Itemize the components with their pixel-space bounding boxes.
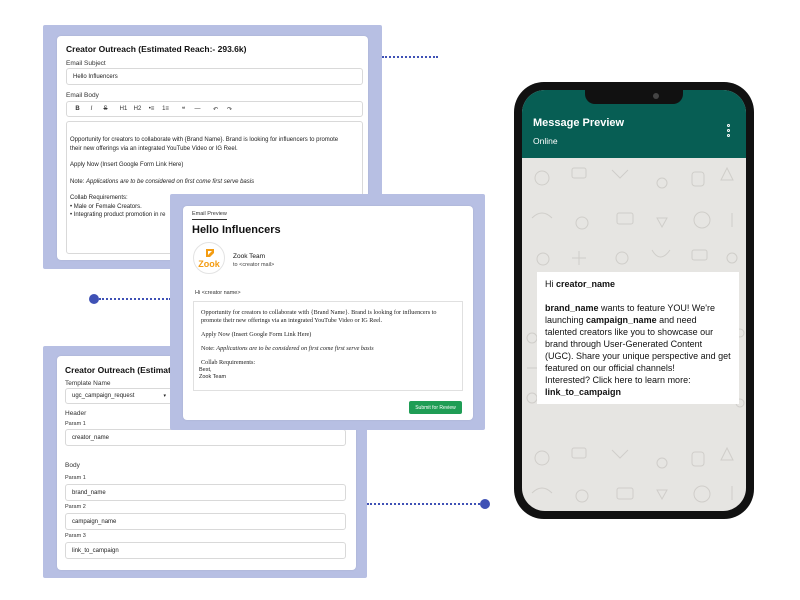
preview-sign-team: Zook Team xyxy=(199,374,227,380)
message-hi: Hi xyxy=(545,279,556,289)
note-italic: Applications are to be considered on fir… xyxy=(86,178,255,185)
connector-line xyxy=(382,56,438,58)
h1-button[interactable]: H1 xyxy=(119,106,128,112)
strike-button[interactable]: S xyxy=(101,106,110,112)
editor-toolbar: B I S H1 H2 •≡ 1≡ ❝ — ↶ ↷ xyxy=(66,101,363,117)
sender-name: Zook Team xyxy=(233,253,266,260)
preview-note-line: Note: Applications are to be considered … xyxy=(199,345,457,353)
body-param2-label: Param 2 xyxy=(65,504,86,510)
preview-collab-heading: Collab Requirements: xyxy=(201,359,256,366)
camera-notch xyxy=(585,90,683,104)
email-subject-label: Email Subject xyxy=(66,60,106,67)
template-name-label: Template Name xyxy=(65,380,111,387)
preview-subject: Hello Influencers xyxy=(192,224,281,236)
italic-button[interactable]: I xyxy=(87,106,96,112)
card-email-preview: Email Preview Hello Influencers Zook Zoo… xyxy=(183,206,473,420)
outreach-top-title: Creator Outreach (Estimated Reach:- 293.… xyxy=(66,44,247,54)
undo-icon[interactable]: ↶ xyxy=(211,106,220,113)
body-param1-label: Param 1 xyxy=(65,475,86,481)
note-line: Note: Applications are to be considered … xyxy=(70,178,359,187)
bold-button[interactable]: B xyxy=(73,106,82,112)
connector-line xyxy=(99,298,171,300)
body-param3-input[interactable]: link_to_campaign xyxy=(65,542,346,559)
preview-sign-best: Best, xyxy=(199,367,212,373)
phone-screen: Message Preview Online Hi creator_name b… xyxy=(522,90,746,511)
message-creator-name: creator_name xyxy=(556,279,616,289)
logo-avatar: Zook xyxy=(193,242,225,274)
logo-text: Zook xyxy=(198,259,220,269)
zook-logo-icon xyxy=(206,249,214,257)
sender-to: to <creator mail> xyxy=(233,262,275,268)
email-subject-input[interactable]: Hello Influencers xyxy=(66,68,363,85)
preview-body-box: Opportunity for creators to collaborate … xyxy=(193,301,463,391)
body-param3-label: Param 3 xyxy=(65,533,86,539)
body-section-label: Body xyxy=(65,462,80,469)
note-prefix: Note: xyxy=(70,178,87,185)
message-brand-name: brand_name xyxy=(545,303,599,313)
chat-status: Online xyxy=(533,136,558,146)
apply-line: Apply Now (Insert Google Form Link Here) xyxy=(70,162,184,168)
connector-line xyxy=(367,503,480,505)
submit-for-review-button[interactable]: Submit for Review xyxy=(409,401,462,414)
body-line: Opportunity for creators to collaborate … xyxy=(70,137,339,143)
message-paragraph: brand_name wants to feature YOU! We're l… xyxy=(545,302,731,374)
chevron-down-icon: ▾ xyxy=(163,393,166,399)
header-param1-input[interactable]: creator_name xyxy=(65,429,346,446)
preview-note-italic: Applications are to be considered on fir… xyxy=(216,345,374,352)
message-link[interactable]: link_to_campaign xyxy=(545,386,731,398)
preview-note-prefix: Note: xyxy=(201,345,217,352)
message-cta: Interested? Click here to learn more: xyxy=(545,375,691,385)
h2-button[interactable]: H2 xyxy=(133,106,142,112)
tab-email-preview[interactable]: Email Preview xyxy=(192,211,227,220)
divider-button[interactable]: — xyxy=(193,106,202,112)
message-campaign-name: campaign_name xyxy=(586,315,657,325)
preview-greeting: Hi <creator name> xyxy=(195,290,241,296)
preview-body-line: promote their new offerings via an integ… xyxy=(201,317,383,324)
phone-frame: Message Preview Online Hi creator_name b… xyxy=(514,82,754,519)
more-options-icon[interactable] xyxy=(727,124,731,137)
redo-icon[interactable]: ↷ xyxy=(225,106,234,113)
bullet-list-button[interactable]: •≡ xyxy=(147,106,156,112)
template-select[interactable]: ugc_campaign_request ▾ xyxy=(65,388,173,404)
body-param2-input[interactable]: campaign_name xyxy=(65,513,346,530)
preview-apply-line: Apply Now (Insert Google Form Link Here) xyxy=(201,331,312,338)
header-param1-label: Param 1 xyxy=(65,421,86,427)
message-link-text: link_to_campaign xyxy=(545,387,622,397)
ordered-list-button[interactable]: 1≡ xyxy=(161,106,170,112)
connector-dot xyxy=(480,499,490,509)
email-body-label: Email Body xyxy=(66,92,99,99)
camera-lens xyxy=(653,93,659,99)
message-bubble: Hi creator_name brand_name wants to feat… xyxy=(537,272,739,404)
header-section-label: Header xyxy=(65,410,87,417)
preview-body-line: Opportunity for creators to collaborate … xyxy=(201,309,437,316)
connector-dot xyxy=(89,294,99,304)
body-param1-input[interactable]: brand_name xyxy=(65,484,346,501)
chat-title: Message Preview xyxy=(533,117,625,129)
message-greeting: Hi creator_name xyxy=(545,278,731,290)
template-select-value: ugc_campaign_request xyxy=(72,393,135,399)
chat-header: Message Preview Online xyxy=(522,90,746,158)
quote-button[interactable]: ❝ xyxy=(179,106,188,113)
body-line: their new offerings via an integrated Yo… xyxy=(70,145,238,152)
